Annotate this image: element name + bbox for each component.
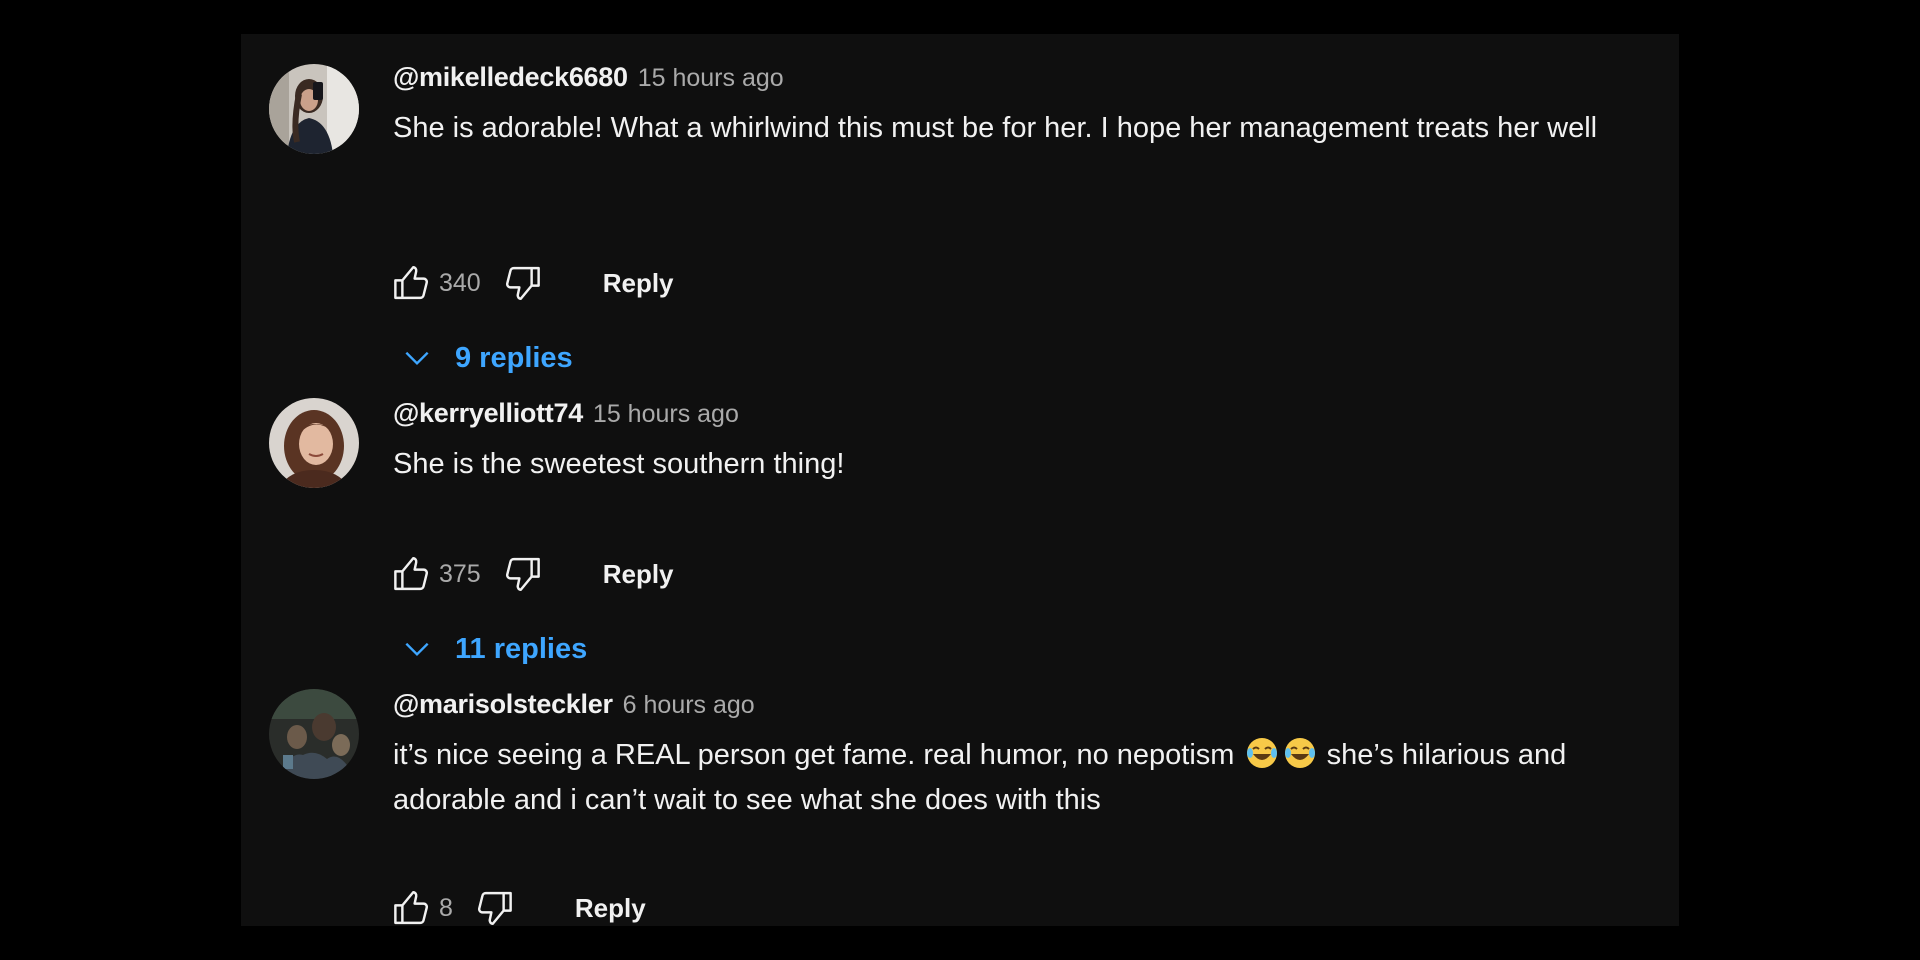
thumbs-down-icon [505, 557, 540, 591]
like-count: 375 [439, 559, 481, 588]
like-count: 340 [439, 268, 481, 297]
comment-actions: 340 Reply [389, 260, 674, 306]
avatar[interactable] [269, 64, 359, 154]
dislike-button[interactable] [499, 260, 545, 306]
comment-author[interactable]: @kerryelliott74 [393, 398, 583, 429]
comment-text: She is adorable! What a whirlwind this m… [393, 112, 1598, 144]
like-count: 8 [439, 893, 453, 922]
comment-text: She is the sweetest southern thing! [393, 448, 845, 480]
comment-timestamp[interactable]: 6 hours ago [623, 691, 755, 720]
avatar[interactable] [269, 398, 359, 488]
laughing-crying-emoji-icon [1245, 736, 1279, 770]
avatar[interactable] [269, 689, 359, 779]
avatar-photo-selfie [269, 64, 359, 154]
thumbs-down-icon [505, 266, 540, 300]
dislike-button[interactable] [471, 885, 517, 931]
avatar-photo-portrait [269, 398, 359, 488]
comment-timestamp[interactable]: 15 hours ago [638, 64, 784, 93]
comment-author[interactable]: @mikelledeck6680 [393, 62, 628, 93]
comment-timestamp[interactable]: 15 hours ago [593, 400, 739, 429]
comment-actions: 375 Reply [389, 551, 674, 597]
replies-count-label: 11 replies [455, 632, 588, 665]
chevron-down-icon [405, 351, 429, 366]
thumbs-up-icon [394, 266, 429, 300]
laughing-crying-emoji-icon [1283, 736, 1317, 770]
avatar-photo-group [269, 689, 359, 779]
thumbs-down-icon [477, 891, 512, 925]
comment-text-part: it’s nice seeing a REAL person get fame.… [393, 739, 1243, 771]
thumbs-up-icon [394, 891, 429, 925]
like-button[interactable] [389, 260, 435, 306]
comment-actions: 8 Reply [389, 885, 646, 931]
replies-count-label: 9 replies [455, 341, 573, 374]
reply-button[interactable]: Reply [603, 268, 674, 299]
reply-button[interactable]: Reply [575, 893, 646, 924]
comment-text: it’s nice seeing a REAL person get fame.… [393, 733, 1653, 823]
like-button[interactable] [389, 885, 435, 931]
comments-panel: @mikelledeck6680 15 hours ago She is ado… [241, 34, 1679, 926]
view-replies-button[interactable]: 11 replies [401, 626, 587, 672]
comment-author[interactable]: @marisolsteckler [393, 689, 613, 720]
dislike-button[interactable] [499, 551, 545, 597]
chevron-down-icon [405, 642, 429, 657]
thumbs-up-icon [394, 557, 429, 591]
view-replies-button[interactable]: 9 replies [401, 335, 573, 381]
like-button[interactable] [389, 551, 435, 597]
reply-button[interactable]: Reply [603, 559, 674, 590]
